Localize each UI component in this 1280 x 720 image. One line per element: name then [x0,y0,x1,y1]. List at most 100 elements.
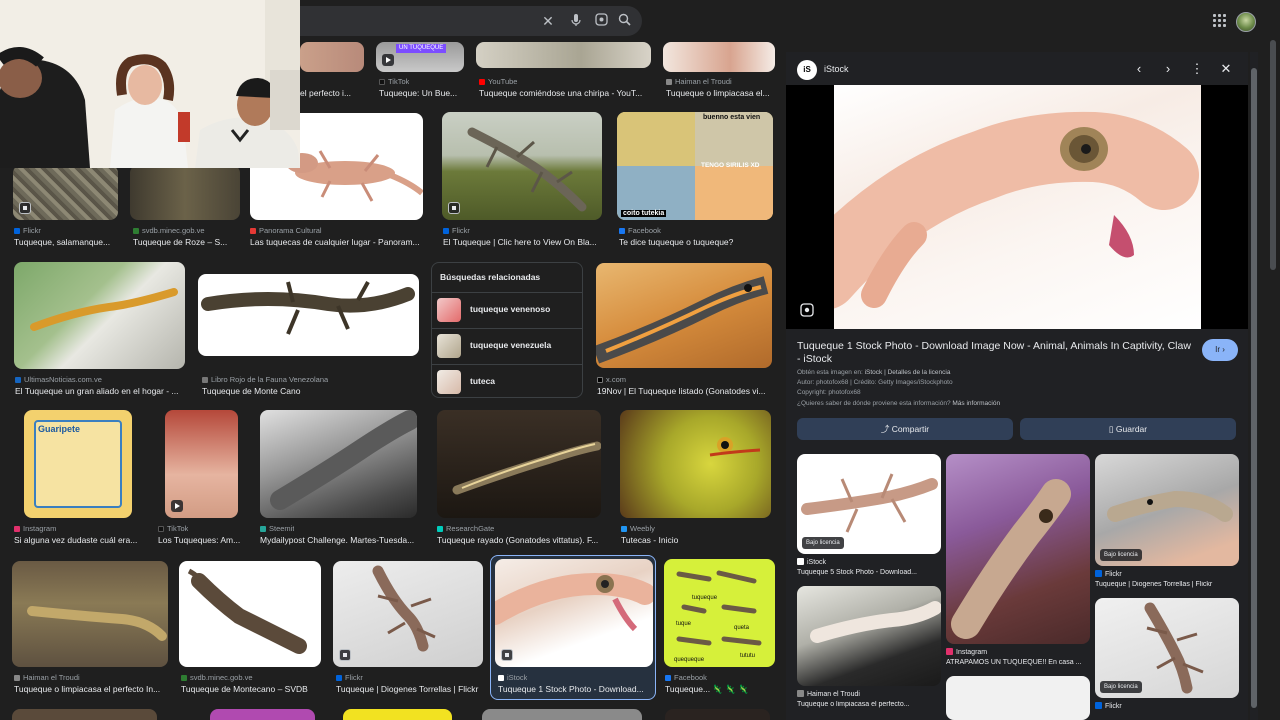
image-result-selected[interactable] [495,559,653,667]
save-button[interactable]: ▯ Guardar [1020,418,1236,440]
close-icon[interactable]: ✕ [1218,61,1234,77]
related-search-label: tuqueque venenoso [470,304,551,314]
related-searches-heading: Búsquedas relacionadas [440,272,541,282]
webcam-overlay [0,0,300,168]
image-result[interactable] [260,410,417,518]
image-result[interactable] [663,42,775,72]
result-source: Panorama Cultural [250,226,322,236]
microphone-icon[interactable] [568,13,584,29]
license-link[interactable]: iStock | Detalles de la licencia [865,369,951,376]
related-search-item[interactable]: tuqueque venenoso [432,292,582,326]
related-thumb [437,370,461,394]
account-avatar[interactable] [1236,12,1256,32]
related-image[interactable] [946,676,1090,720]
result-title[interactable]: Tuqueque... 🦎 🦎 🦎 [665,683,775,695]
image-result[interactable] [179,561,321,667]
license-badge-icon [501,649,513,661]
lens-icon[interactable] [593,13,609,29]
previous-icon[interactable]: ‹ [1131,61,1147,77]
result-title[interactable]: Tuqueque de Montecano – SVDB [181,683,321,695]
result-source: Weebly [621,524,655,534]
related-search-item[interactable]: tuqueque venezuela [432,328,582,362]
result-title[interactable]: Tuqueque rayado (Gonatodes vittatus). F.… [437,534,602,546]
result-title[interactable]: Tuqueque 1 Stock Photo - Download... [498,683,650,695]
istock-logo-icon: iS [797,60,817,80]
more-options-icon[interactable]: ⋮ [1189,61,1205,77]
image-result[interactable] [12,709,157,720]
image-result[interactable] [130,165,240,220]
image-result[interactable] [198,274,419,356]
related-title[interactable]: Tuqueque 5 Stock Photo - Download... [797,569,941,576]
image-result[interactable] [482,709,642,720]
result-title[interactable]: Te dice tuqueque o tuqueque? [619,236,773,248]
result-source: TikTok [379,77,409,87]
result-title[interactable]: el perfecto i... [300,87,362,99]
apps-grid-icon[interactable] [1213,14,1227,28]
image-result[interactable] [165,410,238,518]
image-result[interactable] [13,165,118,220]
result-title[interactable]: Las tuquecas de cualquier lugar - Panora… [250,236,423,248]
image-result[interactable] [333,561,483,667]
result-title[interactable]: Tuqueque, salamanque... [14,236,118,248]
share-button[interactable]: ⤴ Compartir [797,418,1013,440]
result-title[interactable]: Mydailypost Challenge. Martes-Tuesda... [260,534,418,546]
visit-button[interactable]: Ir › [1202,339,1238,361]
image-result[interactable]: buenno esta vien TENGO SIRILIS XD coito … [617,112,773,220]
result-source: iStock [498,673,527,683]
image-result[interactable] [596,263,772,368]
related-search-item[interactable]: tuteca [432,364,582,398]
share-icon: ⤴ [880,424,892,434]
related-title[interactable]: Tuqueque o limpiacasa el perfecto... [797,701,941,708]
author-info: Autor: photofox68 | Crédito: Getty Image… [797,379,953,386]
image-result[interactable] [210,709,315,720]
next-icon[interactable]: › [1160,61,1176,77]
image-result[interactable]: UN TUQUEQUE [376,42,464,72]
search-icon[interactable] [616,13,632,29]
page-scrollbar[interactable] [1270,40,1276,270]
related-image[interactable]: Bajo licencia [1095,598,1239,698]
result-title[interactable]: Tuqueque comiéndose una chiripa - YouT..… [479,87,651,99]
result-source: Haiman el Troudi [666,77,732,87]
result-source: TikTok [158,524,188,534]
result-title[interactable]: 19Nov | El Tuqueque listado (Gonatodes v… [597,385,772,397]
result-title[interactable]: Si alguna vez dudaste cuál era... [14,534,144,546]
result-title[interactable]: Tuqueque o limpiacasa el perfecto In... [14,683,169,695]
result-title[interactable]: El Tuqueque | Clic here to View On Bla..… [443,236,603,248]
image-result[interactable]: Guaripete [24,410,132,518]
related-image[interactable] [946,454,1090,644]
clear-icon[interactable]: ✕ [540,13,556,29]
panel-scrollbar-thumb[interactable] [1251,68,1257,708]
image-result[interactable] [300,42,364,72]
image-result[interactable]: tuqueque tuque queta quequeque tututu [664,559,775,667]
result-title[interactable]: Tuqueque de Monte Cano [202,385,419,397]
lens-search-icon[interactable] [800,303,814,317]
related-title[interactable]: Tuqueque | Diogenes Torrellas | Flickr [1095,581,1239,588]
image-result[interactable] [14,262,185,369]
search-bar[interactable]: ✕ [300,6,642,36]
image-result[interactable] [437,410,601,518]
related-image[interactable]: Bajo licencia [797,454,941,554]
result-title[interactable]: Tuqueque: Un Bue... [379,87,464,99]
image-result[interactable] [343,709,452,720]
license-badge-icon [339,649,351,661]
related-title[interactable]: ATRAPAMOS UN TUQUEQUE!! En casa ... [946,659,1090,666]
more-info-link[interactable]: Más información [952,400,1000,407]
result-title[interactable]: Los Tuqueques: Am... [158,534,244,546]
source-question: ¿Quieres saber de dónde proviene esta in… [797,400,1001,407]
image-result[interactable] [620,410,771,518]
image-result[interactable] [12,561,168,667]
related-image[interactable]: Bajo licencia [1095,454,1239,566]
result-title[interactable]: Tuqueque de Roze – S... [133,236,239,248]
preview-image[interactable] [834,85,1201,329]
result-title[interactable]: El Tuqueque un gran aliado en el hogar -… [15,385,185,397]
image-result[interactable] [476,42,651,68]
preview-source[interactable]: iStock [824,64,849,74]
result-title[interactable]: Tuqueque | Diogenes Torrellas | Flickr [336,683,484,695]
result-title[interactable]: Tutecas - Inicio [621,534,771,546]
related-thumb [437,334,461,358]
related-image[interactable] [797,586,941,686]
result-title[interactable]: Tuqueque o limpiacasa el... [666,87,774,99]
preview-title[interactable]: Tuqueque 1 Stock Photo - Download Image … [797,340,1197,366]
image-result[interactable] [442,112,602,220]
image-result[interactable] [665,709,770,720]
